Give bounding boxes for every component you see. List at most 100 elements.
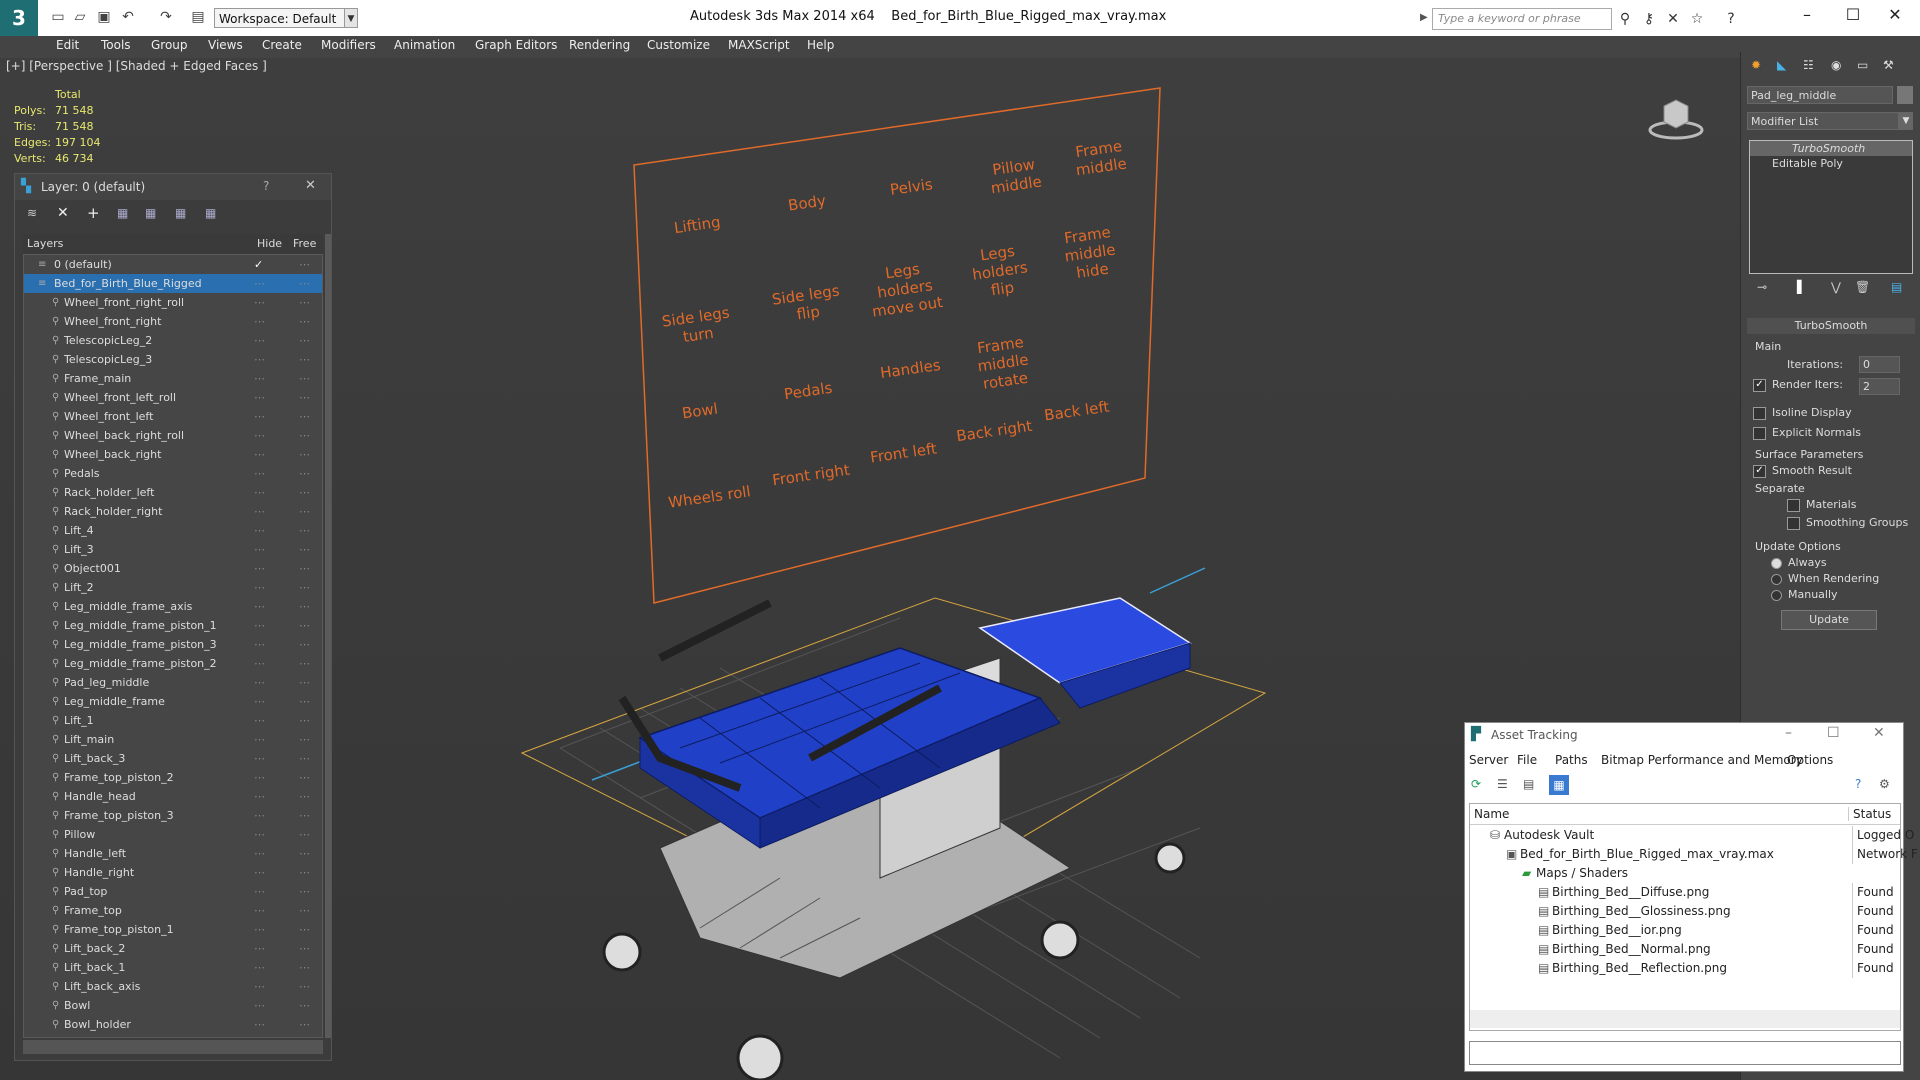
favorites-icon[interactable]: ☆ [1688,10,1706,28]
hide-toggle[interactable]: ⋯ [254,464,265,483]
layer-row[interactable]: ⚲ Pad_top ⋯ ⋯ [24,882,322,901]
key-icon[interactable]: ⚷ [1640,10,1658,28]
layer-row[interactable]: ⚲ Object001 ⋯ ⋯ [24,559,322,578]
asset-menu-paths[interactable]: Paths [1555,753,1588,767]
hide-toggle[interactable]: ⋯ [254,920,265,939]
layer-row[interactable]: ⚲ Wheel_front_right_roll ⋯ ⋯ [24,293,322,312]
materials-checkbox[interactable]: Materials [1787,498,1856,512]
hide-toggle[interactable]: ⋯ [254,293,265,312]
layer-row[interactable]: ⚲ Frame_top_piston_2 ⋯ ⋯ [24,768,322,787]
layer-row[interactable]: ⚲ Lift_main ⋯ ⋯ [24,730,322,749]
smooth-result-checkbox[interactable]: ✓ Smooth Result [1753,464,1852,478]
hide-all-icon[interactable]: ▦ [175,206,186,220]
freeze-toggle[interactable]: ⋯ [299,540,310,559]
workspace-dropdown[interactable]: Workspace: Default [214,8,354,28]
hide-column-header[interactable]: Hide [257,237,282,250]
layer-row[interactable]: ⚲ Engine ⋯ ⋯ [24,1034,322,1037]
asset-menu-server[interactable]: Server [1469,753,1508,767]
menu-customize[interactable]: Customize [647,38,710,52]
motion-tab-icon[interactable]: ◉ [1831,58,1841,72]
layer-row[interactable]: ⚲ Lift_back_axis ⋯ ⋯ [24,977,322,996]
layer-list-scrollbar[interactable] [325,234,331,1038]
freeze-toggle[interactable]: ⋯ [299,863,310,882]
remove-modifier-icon[interactable]: 🗑 [1855,280,1870,294]
hide-toggle[interactable]: ⋯ [254,540,265,559]
utilities-tab-icon[interactable]: ⚒ [1883,58,1894,72]
hide-toggle[interactable]: ⋯ [254,521,265,540]
menu-rendering[interactable]: Rendering [569,38,630,52]
stack-item-turbosmooth[interactable]: TurboSmooth [1750,141,1912,156]
isoline-display-checkbox[interactable]: Isoline Display [1753,406,1852,420]
menu-maxscript[interactable]: MAXScript [728,38,790,52]
asset-settings-icon[interactable]: ⚙ [1879,777,1890,791]
hide-toggle[interactable]: ⋯ [254,331,265,350]
layer-row[interactable]: ⚲ Rack_holder_right ⋯ ⋯ [24,502,322,521]
freeze-toggle[interactable]: ⋯ [299,635,310,654]
create-layer-icon[interactable]: ≋ [27,206,37,220]
table-view-icon[interactable]: ▦ [1549,775,1569,795]
iterations-spinner[interactable]: 0 [1859,356,1900,373]
search-input[interactable]: Type a keyword or phrase [1432,8,1612,30]
hide-toggle[interactable]: ⋯ [254,1015,265,1034]
menu-animation[interactable]: Animation [394,38,455,52]
freeze-toggle[interactable]: ⋯ [299,255,310,274]
object-color-swatch[interactable] [1897,86,1913,104]
active-layer-check-icon[interactable]: ✓ [254,255,263,274]
hide-toggle[interactable]: ⋯ [254,692,265,711]
freeze-toggle[interactable]: ⋯ [299,977,310,996]
layer-row[interactable]: ⚲ Leg_middle_frame_piston_2 ⋯ ⋯ [24,654,322,673]
menu-modifiers[interactable]: Modifiers [321,38,376,52]
layer-row[interactable]: ⚲ Wheel_front_right ⋯ ⋯ [24,312,322,331]
menu-graph-editors[interactable]: Graph Editors [475,38,557,52]
smoothing-groups-checkbox[interactable]: Smoothing Groups [1787,516,1908,530]
menu-views[interactable]: Views [208,38,243,52]
freeze-toggle[interactable]: ⋯ [299,692,310,711]
object-name-field[interactable]: Pad_leg_middle [1747,86,1893,104]
freeze-toggle[interactable]: ⋯ [299,654,310,673]
hide-toggle[interactable]: ⋯ [254,768,265,787]
refresh-icon[interactable]: ⟳ [1471,777,1481,791]
hide-toggle[interactable]: ⋯ [254,426,265,445]
hide-toggle[interactable]: ⋯ [254,635,265,654]
layer-row[interactable]: ≡ 0 (default) ✓ ⋯ [24,255,322,274]
exchange-icon[interactable]: ✕ [1664,10,1682,28]
layer-row[interactable]: ⚲ Lift_3 ⋯ ⋯ [24,540,322,559]
freeze-toggle[interactable]: ⋯ [299,996,310,1015]
hide-toggle[interactable]: ⋯ [254,996,265,1015]
pin-stack-icon[interactable]: ⊸ [1757,280,1767,294]
layer-row[interactable]: ⚲ Leg_middle_frame ⋯ ⋯ [24,692,322,711]
asset-row[interactable]: ▤ Birthing_Bed__Normal.png Found [1474,940,1900,959]
freeze-toggle[interactable]: ⋯ [299,958,310,977]
freeze-toggle[interactable]: ⋯ [299,616,310,635]
freeze-toggle[interactable]: ⋯ [299,388,310,407]
close-window-button[interactable]: ✕ [1872,0,1918,32]
layer-row[interactable]: ⚲ Wheel_front_left ⋯ ⋯ [24,407,322,426]
asset-menu-file[interactable]: File [1517,753,1537,767]
update-when-rendering-radio[interactable]: When Rendering [1771,572,1879,585]
menu-tools[interactable]: Tools [101,38,131,52]
workspace-dropdown-arrow-icon[interactable]: ▼ [344,8,358,28]
app-logo-icon[interactable]: 3 [0,0,38,36]
asset-menu-bitmap-performance[interactable]: Bitmap Performance and Memory [1601,753,1803,767]
menu-help[interactable]: Help [807,38,834,52]
layer-row[interactable]: ⚲ Frame_top_piston_3 ⋯ ⋯ [24,806,322,825]
freeze-toggle[interactable]: ⋯ [299,730,310,749]
hide-toggle[interactable]: ⋯ [254,939,265,958]
asset-row[interactable]: ▤ Birthing_Bed__Glossiness.png Found [1474,902,1900,921]
hide-toggle[interactable]: ⋯ [254,863,265,882]
hide-toggle[interactable]: ⋯ [254,901,265,920]
layer-row[interactable]: ⚲ Frame_main ⋯ ⋯ [24,369,322,388]
asset-path-field[interactable] [1469,1041,1901,1065]
open-file-icon[interactable]: ▱ [72,9,88,25]
show-end-result-icon[interactable]: ▌ [1797,280,1806,294]
hide-toggle[interactable]: ⋯ [254,749,265,768]
freeze-all-icon[interactable]: ▦ [205,206,216,220]
asset-row[interactable]: ⛁ Autodesk Vault Logged O [1474,826,1914,845]
freeze-toggle[interactable]: ⋯ [299,331,310,350]
layer-horizontal-scrollbar[interactable] [23,1040,323,1054]
layer-row[interactable]: ⚲ Handle_left ⋯ ⋯ [24,844,322,863]
layer-row[interactable]: ⚲ Rack_holder_left ⋯ ⋯ [24,483,322,502]
hide-toggle[interactable]: ⋯ [254,369,265,388]
asset-row[interactable]: ▤ Birthing_Bed__ior.png Found [1474,921,1900,940]
freeze-toggle[interactable]: ⋯ [299,274,310,293]
